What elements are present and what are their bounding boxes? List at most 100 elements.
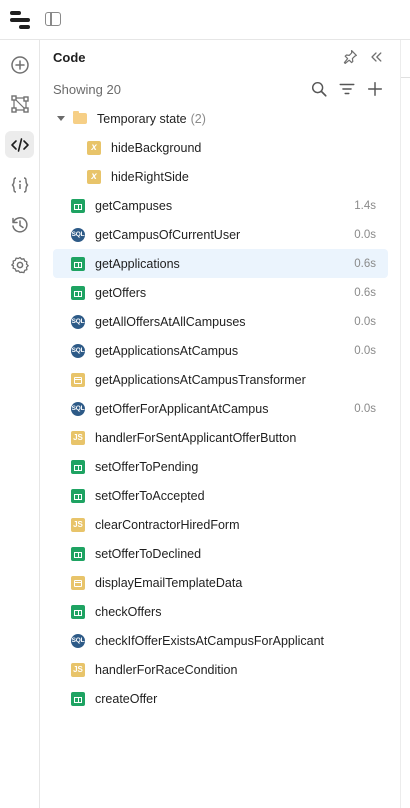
run-time: 1.4s: [354, 199, 376, 212]
history-button[interactable]: [5, 211, 34, 238]
item-name: handlerForSentApplicantOfferButton: [95, 430, 297, 445]
state-icon: [11, 176, 28, 193]
spreadsheet-icon: [71, 546, 85, 561]
item-name: hideBackground: [111, 140, 202, 155]
item-name: getCampuses: [95, 198, 173, 213]
showing-count: Showing 20: [53, 82, 121, 97]
settings-button[interactable]: [5, 251, 34, 278]
code-icon: [10, 137, 29, 152]
spreadsheet-icon: [71, 691, 85, 706]
transformer-icon: [71, 575, 85, 590]
spreadsheet-icon: [71, 604, 85, 619]
code-panel: Code Showing 20 Temporary state (2) x hi…: [41, 40, 396, 808]
item-name: handlerForRaceCondition: [95, 662, 238, 677]
spreadsheet-icon: [71, 256, 85, 271]
state-button[interactable]: [5, 171, 34, 198]
folder-temporary-state[interactable]: Temporary state (2): [53, 104, 388, 133]
chevron-down-icon[interactable]: [57, 116, 65, 121]
list-item[interactable]: JS handlerForRaceCondition: [53, 655, 388, 684]
run-time: 0.0s: [354, 344, 376, 357]
sidebar-toggle-icon[interactable]: [45, 12, 61, 26]
spreadsheet-icon: [71, 459, 85, 474]
list-item[interactable]: JS handlerForSentApplicantOfferButton: [53, 423, 388, 452]
history-icon: [11, 216, 28, 233]
folder-icon: [73, 111, 87, 124]
list-item[interactable]: setOfferToDeclined: [53, 539, 388, 568]
list-item[interactable]: JS clearContractorHiredForm: [53, 510, 388, 539]
list-item[interactable]: SQL getOfferForApplicantAtCampus 0.0s: [53, 394, 388, 423]
item-name: createOffer: [95, 691, 158, 706]
sql-icon: SQL: [71, 633, 85, 648]
chevrons-left-icon: [371, 52, 382, 62]
logo-icon[interactable]: [10, 11, 30, 29]
list-item[interactable]: checkOffers: [53, 597, 388, 626]
spreadsheet-icon: [71, 488, 85, 503]
sql-icon: SQL: [71, 401, 85, 416]
pin-icon: [343, 50, 357, 64]
javascript-icon: JS: [71, 430, 85, 445]
list-item[interactable]: createOffer: [53, 684, 388, 713]
workflow-icon: [10, 94, 29, 113]
list-item[interactable]: getApplicationsAtCampusTransformer: [53, 365, 388, 394]
list-item[interactable]: SQL getAllOffersAtAllCampuses 0.0s: [53, 307, 388, 336]
plus-icon: [367, 81, 383, 97]
item-name: getOffers: [95, 285, 147, 300]
run-time: 0.0s: [354, 402, 376, 415]
run-time: 0.0s: [354, 228, 376, 241]
search-button[interactable]: [309, 79, 329, 99]
item-name: hideRightSide: [111, 169, 189, 184]
folder-count: (2): [190, 111, 206, 126]
run-time: 0.0s: [354, 315, 376, 328]
run-time: 0.6s: [354, 286, 376, 299]
list-item[interactable]: SQL getCampusOfCurrentUser 0.0s: [53, 220, 388, 249]
list-item[interactable]: displayEmailTemplateData: [53, 568, 388, 597]
sql-icon: SQL: [71, 227, 85, 242]
list-item[interactable]: x hideBackground: [53, 133, 388, 162]
transformer-icon: [71, 372, 85, 387]
item-name: getOfferForApplicantAtCampus: [95, 401, 269, 416]
search-icon: [311, 81, 327, 97]
list-item[interactable]: getOffers 0.6s: [53, 278, 388, 307]
javascript-icon: JS: [71, 662, 85, 677]
add-icon: [10, 55, 29, 74]
panel-title: Code: [53, 50, 86, 65]
list-item[interactable]: getCampuses 1.4s: [53, 191, 388, 220]
code-list: Temporary state (2) x hideBackground x h…: [53, 104, 388, 713]
item-name: getApplicationsAtCampus: [95, 343, 239, 358]
add-query-button[interactable]: [365, 79, 385, 99]
item-name: getCampusOfCurrentUser: [95, 227, 241, 242]
item-name: setOfferToAccepted: [95, 488, 205, 503]
filter-button[interactable]: [337, 79, 357, 99]
list-item[interactable]: setOfferToPending: [53, 452, 388, 481]
sql-icon: SQL: [71, 343, 85, 358]
settings-icon: [10, 256, 29, 273]
item-name: getApplications: [95, 256, 180, 271]
item-name: setOfferToPending: [95, 459, 199, 474]
run-time: 0.6s: [354, 257, 376, 270]
collapse-panel-button[interactable]: [366, 47, 386, 67]
filter-icon: [339, 83, 355, 95]
list-item[interactable]: SQL checkIfOfferExistsAtCampusForApplica…: [53, 626, 388, 655]
item-name: setOfferToDeclined: [95, 546, 202, 561]
item-name: displayEmailTemplateData: [95, 575, 243, 590]
variable-icon: x: [87, 169, 101, 184]
item-name: clearContractorHiredForm: [95, 517, 240, 532]
spreadsheet-icon: [71, 198, 85, 213]
item-name: getAllOffersAtAllCampuses: [95, 314, 246, 329]
variable-icon: x: [87, 140, 101, 155]
code-button[interactable]: [5, 131, 34, 158]
item-name: checkOffers: [95, 604, 162, 619]
canvas-edge: [400, 40, 410, 808]
list-item-selected[interactable]: getApplications 0.6s: [53, 249, 388, 278]
list-item[interactable]: SQL getApplicationsAtCampus 0.0s: [53, 336, 388, 365]
spreadsheet-icon: [71, 285, 85, 300]
left-icon-rail: [0, 40, 40, 808]
pin-button[interactable]: [340, 47, 360, 67]
sql-icon: SQL: [71, 314, 85, 329]
add-button[interactable]: [5, 51, 34, 78]
workflow-button[interactable]: [5, 90, 34, 117]
list-item[interactable]: x hideRightSide: [53, 162, 388, 191]
list-item[interactable]: setOfferToAccepted: [53, 481, 388, 510]
folder-name: Temporary state: [97, 111, 187, 126]
item-name: checkIfOfferExistsAtCampusForApplicant: [95, 633, 325, 648]
